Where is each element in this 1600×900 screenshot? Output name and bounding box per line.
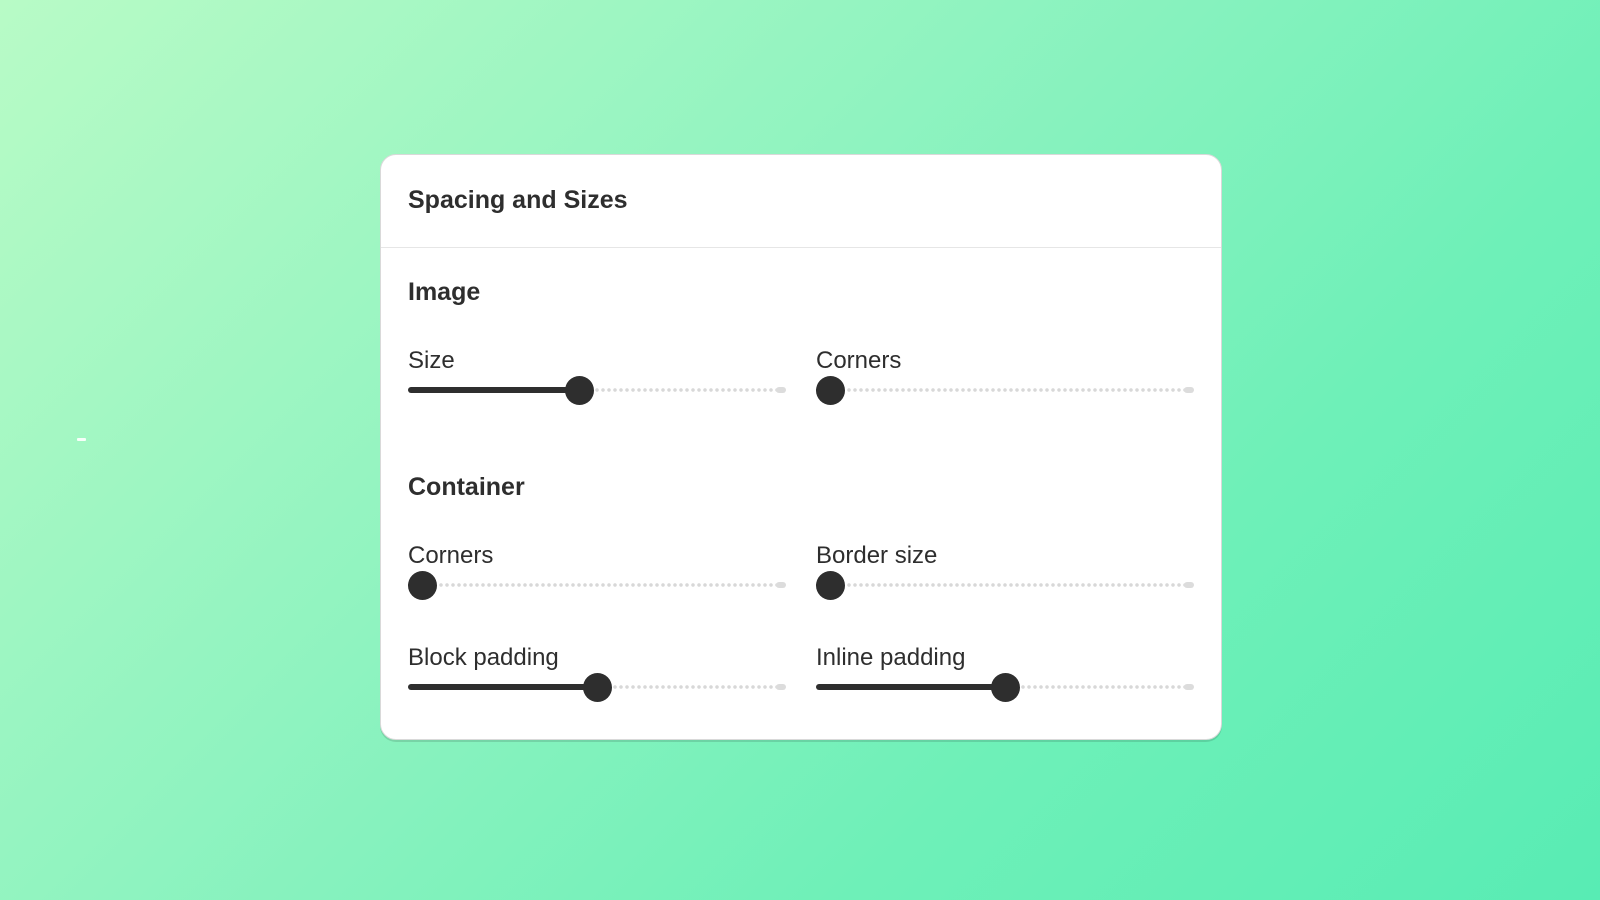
section-title-image: Image: [408, 278, 481, 306]
section-title-container: Container: [408, 473, 525, 501]
slider-thumb[interactable]: [815, 376, 845, 405]
container-inline-padding-slider[interactable]: [816, 672, 1194, 702]
slider-thumb[interactable]: [990, 673, 1020, 702]
slider-track-end: [776, 582, 786, 588]
panel-header: Spacing and Sizes: [381, 155, 1221, 248]
image-corners-slider[interactable]: [815, 375, 1194, 405]
slider-track: [816, 582, 1194, 588]
image-size-slider[interactable]: [408, 375, 786, 405]
slider-track: [816, 387, 1194, 393]
slider-track-end: [1184, 582, 1194, 588]
slider-track: [408, 582, 786, 588]
container-corners-label: Corners: [408, 542, 494, 569]
container-block-padding-field: Block padding: [408, 644, 788, 714]
slider-fill: [408, 684, 597, 690]
image-size-label: Size: [408, 347, 455, 374]
container-block-padding-slider[interactable]: [408, 672, 786, 702]
slider-track-end: [776, 684, 786, 690]
slider-fill: [816, 684, 1005, 690]
container-corners-field: Corners: [407, 542, 788, 612]
slider-thumb[interactable]: [565, 376, 595, 405]
image-corners-label: Corners: [816, 347, 902, 374]
container-border-size-label: Border size: [816, 542, 938, 569]
slider-track-end: [776, 387, 786, 393]
container-corners-slider[interactable]: [407, 570, 786, 600]
container-inline-padding-label: Inline padding: [816, 644, 966, 671]
slider-thumb[interactable]: [815, 571, 845, 600]
image-size-field: Size: [408, 347, 788, 417]
slider-track-end: [1184, 684, 1194, 690]
slider-thumb[interactable]: [582, 673, 612, 702]
image-corners-field: Corners: [815, 347, 1196, 417]
slider-thumb[interactable]: [407, 571, 437, 600]
container-inline-padding-field: Inline padding: [816, 644, 1196, 714]
slider-track-end: [1184, 387, 1194, 393]
stray-dash-mark: [77, 438, 86, 441]
container-block-padding-label: Block padding: [408, 644, 559, 671]
container-border-size-slider[interactable]: [815, 570, 1194, 600]
spacing-sizes-panel: Spacing and Sizes Image Size Corners Con…: [380, 154, 1222, 740]
panel-title: Spacing and Sizes: [408, 186, 628, 214]
slider-fill: [408, 387, 580, 393]
container-border-size-field: Border size: [815, 542, 1196, 612]
